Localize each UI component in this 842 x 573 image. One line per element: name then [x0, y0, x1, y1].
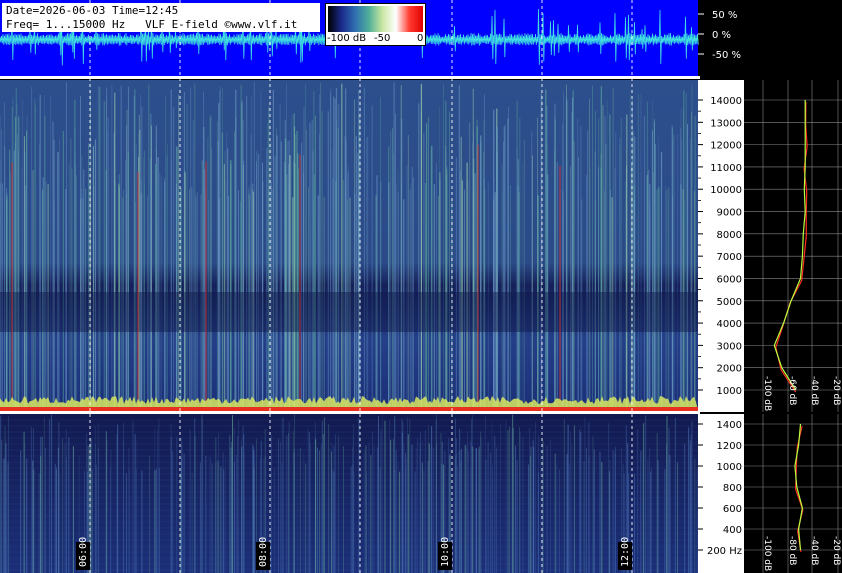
- time-label: 06:00: [78, 537, 89, 567]
- freq-tick-label: 1200: [717, 441, 742, 452]
- colorbar-legend: -100 dB -50 0: [325, 3, 426, 46]
- time-label: 12:00: [620, 537, 631, 567]
- colorbar-label-mid: -50: [374, 33, 391, 44]
- freq-tick-label: 5000: [717, 297, 742, 308]
- spectrum-profile: -100 dB -60 dB -40 dB -20 dB -100 dB -80 dB -4…: [762, 80, 841, 573]
- freq-tick-label: 12000: [710, 141, 742, 152]
- waveform-percent-label: 0 %: [712, 30, 731, 41]
- profile-db-label-low: -20 dB: [831, 536, 841, 565]
- waveform-percent-label: -50 %: [712, 50, 741, 61]
- freq-tick-label: 600: [723, 504, 742, 515]
- profile-db-label: -40 dB: [809, 376, 819, 405]
- profile-db-label: -20 dB: [831, 376, 841, 405]
- profile-db-label: -60 dB: [787, 376, 797, 405]
- freq-tick-label: 11000: [710, 163, 742, 174]
- freq-tick-label: 1000: [717, 386, 742, 397]
- colorbar-label-min: -100 dB: [327, 33, 367, 44]
- profile-db-label-low: -100 dB: [762, 536, 772, 571]
- freq-tick-label: 200 Hz: [707, 546, 742, 557]
- freq-tick-label: 7000: [717, 252, 742, 263]
- freq-tick-label: 1400: [717, 420, 742, 431]
- freq-tick-label: 10000: [710, 185, 742, 196]
- time-label: 10:00: [440, 537, 451, 567]
- divider-bar: [0, 411, 700, 414]
- freq-tick-label: 8000: [717, 230, 742, 241]
- profile-db-label: -100 dB: [762, 376, 772, 411]
- colorbar-gradient: [328, 6, 423, 32]
- freq-tick-label: 9000: [717, 208, 742, 219]
- freq-tick-label: 13000: [710, 118, 742, 129]
- divider-bar: [0, 76, 700, 79]
- freq-info-line: Freq= 1...15000 Hz VLF E-field ©www.vlf.…: [6, 18, 298, 31]
- vlf-spectrogram-display: 06:00 08:00 10:00 12:00 1400013000120001100…: [0, 0, 842, 573]
- freq-tick-label: 800: [723, 483, 742, 494]
- freq-axis-main: [698, 80, 744, 412]
- date-time-line: Date=2026-06-03 Time=12:45: [6, 4, 179, 17]
- freq-tick-label: 14000: [710, 96, 742, 107]
- info-box: Date=2026-06-03 Time=12:45 Freq= 1...150…: [2, 3, 320, 32]
- freq-tick-label: 400: [723, 525, 742, 536]
- low-freq-band-red: [0, 407, 698, 411]
- freq-tick-label: 2000: [717, 364, 742, 375]
- waveform-percent-labels: 50 % 0 % -50 %: [698, 10, 741, 61]
- waveform-percent-label: 50 %: [712, 10, 737, 21]
- absorption-band: [0, 292, 698, 332]
- time-label: 08:00: [258, 537, 269, 567]
- colorbar-label-max: 0: [417, 33, 424, 44]
- profile-db-label-low: -80 dB: [787, 536, 797, 565]
- freq-tick-label: 6000: [717, 274, 742, 285]
- profile-db-label-low: -40 dB: [809, 536, 819, 565]
- freq-tick-label: 4000: [717, 319, 742, 330]
- freq-tick-label: 3000: [717, 341, 742, 352]
- freq-tick-label: 1000: [717, 462, 742, 473]
- profile-green-curve: [773, 100, 806, 391]
